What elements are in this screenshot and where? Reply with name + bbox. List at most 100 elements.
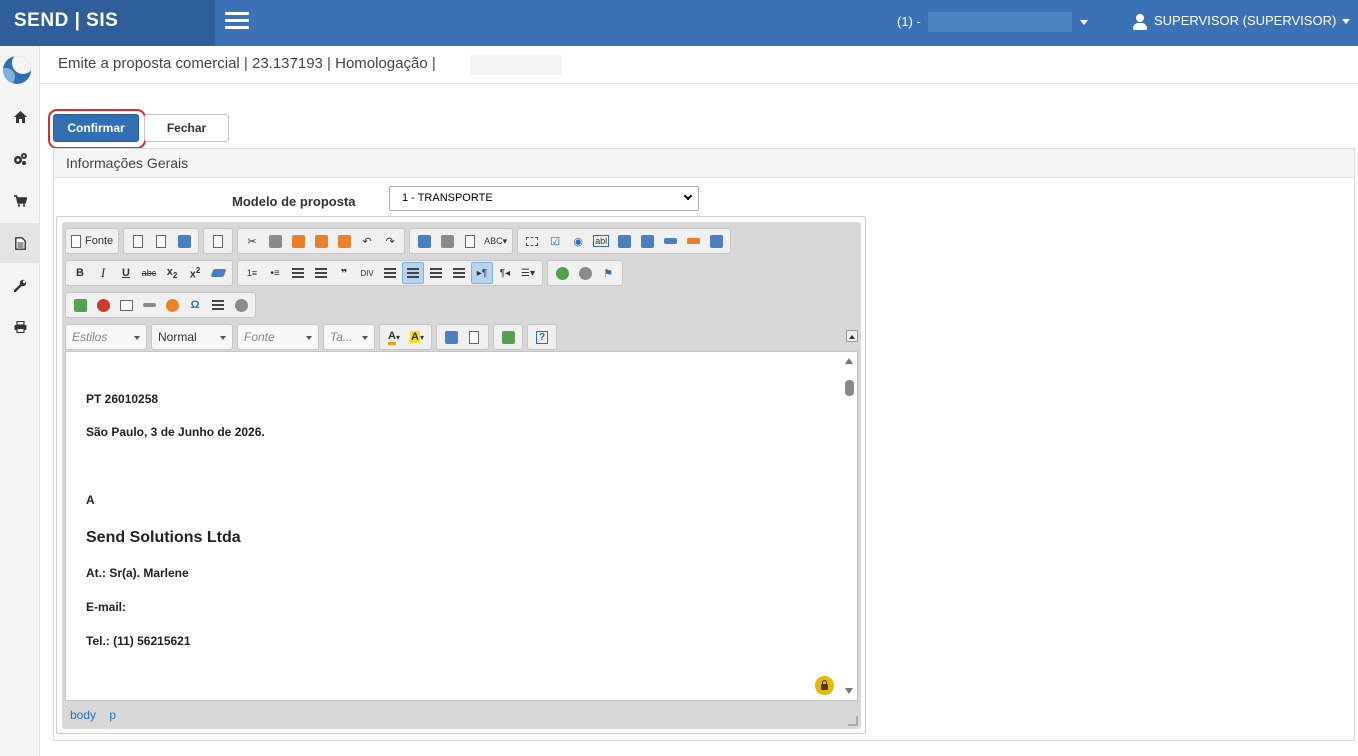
rtl-button[interactable]: ¶◂ — [494, 262, 516, 284]
print-icon[interactable] — [0, 307, 40, 347]
styles-placeholder: Estilos — [72, 330, 108, 344]
source-button[interactable]: Fonte — [69, 230, 115, 252]
paste-word-icon — [337, 234, 351, 248]
form-button[interactable] — [521, 230, 543, 252]
table-button[interactable] — [115, 294, 137, 316]
text-color-button[interactable]: A ▾ — [383, 326, 405, 348]
flash-button[interactable] — [92, 294, 114, 316]
bold-button[interactable]: B — [69, 262, 91, 284]
collapse-toolbar-button[interactable] — [846, 330, 858, 342]
textfield-button[interactable]: abl — [590, 230, 612, 252]
font-size-combo[interactable]: Ta... — [323, 324, 375, 350]
underline-button[interactable]: U — [115, 262, 137, 284]
user-menu[interactable]: SUPERVISOR (SUPERVISOR) — [1132, 11, 1351, 31]
quote-icon: ❞ — [340, 267, 348, 280]
proposal-model-select[interactable]: 1 - TRANSPORTE — [389, 186, 699, 211]
paste-button[interactable] — [287, 230, 309, 252]
blockquote-button[interactable]: ❞ — [333, 262, 355, 284]
scroll-down-icon[interactable] — [845, 688, 853, 694]
button-field-button[interactable] — [659, 230, 681, 252]
show-blocks-button[interactable] — [463, 326, 485, 348]
preview-button[interactable] — [150, 230, 172, 252]
brand-logo[interactable]: SEND | SIS — [0, 0, 215, 46]
scrollbar-thumb[interactable] — [845, 380, 854, 396]
remove-format-button[interactable] — [207, 262, 229, 284]
help-button[interactable]: ? — [531, 326, 553, 348]
image-button-button[interactable] — [682, 230, 704, 252]
link-button[interactable] — [551, 262, 573, 284]
spellcheck-button[interactable]: ABC▾ — [482, 230, 509, 252]
cut-button[interactable]: ✂ — [241, 230, 263, 252]
superscript-button[interactable]: x2 — [184, 262, 206, 284]
editor-content[interactable]: PT 26010258 São Paulo, 3 de Junho de 202… — [65, 351, 858, 701]
copy-button[interactable] — [264, 230, 286, 252]
checkbox-button[interactable]: ☑ — [544, 230, 566, 252]
insert-image-plus-button[interactable] — [497, 326, 519, 348]
textarea-button[interactable] — [613, 230, 635, 252]
confirm-button[interactable]: Confirmar — [53, 114, 139, 142]
hidden-field-button[interactable] — [705, 230, 727, 252]
align-right-button[interactable] — [425, 262, 447, 284]
format-combo[interactable]: Normal — [151, 324, 233, 350]
smiley-button[interactable] — [161, 294, 183, 316]
templates-button[interactable] — [207, 230, 229, 252]
replace-button[interactable] — [436, 230, 458, 252]
justify-button[interactable] — [448, 262, 470, 284]
iframe-button[interactable] — [230, 294, 252, 316]
paste-word-button[interactable] — [333, 230, 355, 252]
close-button[interactable]: Fechar — [144, 114, 229, 142]
editor-chrome: Fonte ✂ ↶ ↷ ABC▾ ☑ ◉ abl B I U abc x2 x2… — [62, 222, 861, 729]
language-button[interactable]: ☰▾ — [517, 262, 539, 284]
form-icon — [526, 236, 539, 246]
outdent-button[interactable] — [287, 262, 309, 284]
align-left-button[interactable] — [379, 262, 401, 284]
redo-button[interactable]: ↷ — [379, 230, 401, 252]
align-center-button[interactable] — [402, 262, 424, 284]
indent-button[interactable] — [310, 262, 332, 284]
new-page-button[interactable] — [127, 230, 149, 252]
home-icon[interactable] — [0, 97, 40, 137]
menu-icon[interactable] — [225, 12, 249, 30]
bulleted-list-button[interactable]: •≡ — [264, 262, 286, 284]
company-selector[interactable]: (1) - — [897, 12, 921, 32]
cart-icon[interactable] — [0, 181, 40, 221]
lock-icon[interactable] — [815, 676, 834, 695]
special-char-button[interactable]: Ω — [184, 294, 206, 316]
maximize-button[interactable] — [440, 326, 462, 348]
print-button[interactable] — [173, 230, 195, 252]
page-break-button[interactable] — [207, 294, 229, 316]
find-button[interactable] — [413, 230, 435, 252]
unlink-button[interactable] — [574, 262, 596, 284]
path-body[interactable]: body — [70, 708, 96, 722]
app-logo-icon[interactable] — [3, 56, 31, 84]
resize-handle-icon[interactable] — [848, 716, 858, 726]
path-p[interactable]: p — [109, 708, 116, 722]
radio-button[interactable]: ◉ — [567, 230, 589, 252]
subscript-button[interactable]: x2 — [161, 262, 183, 284]
scroll-up-icon[interactable] — [845, 358, 853, 364]
spellcheck-icon: ABC▾ — [484, 235, 508, 246]
redo-icon: ↷ — [385, 235, 395, 248]
font-size-placeholder: Ta... — [330, 330, 353, 344]
chevron-down-icon[interactable] — [1080, 20, 1088, 25]
paste-text-button[interactable] — [310, 230, 332, 252]
image-button[interactable] — [69, 294, 91, 316]
div-container-button[interactable]: DIV — [356, 262, 378, 284]
document-icon[interactable] — [0, 223, 40, 263]
styles-combo[interactable]: Estilos — [65, 324, 147, 350]
select-all-button[interactable] — [459, 230, 481, 252]
strike-button[interactable]: abc — [138, 262, 160, 284]
italic-button[interactable]: I — [92, 262, 114, 284]
horizontal-rule-button[interactable] — [138, 294, 160, 316]
font-combo[interactable]: Fonte — [237, 324, 319, 350]
unlink-icon — [578, 266, 592, 280]
numbered-list-button[interactable]: 1≡ — [241, 262, 263, 284]
wrench-icon[interactable] — [0, 265, 40, 305]
anchor-button[interactable]: ⚑ — [597, 262, 619, 284]
bg-color-button[interactable]: A ▾ — [406, 326, 428, 348]
select-button[interactable] — [636, 230, 658, 252]
undo-button[interactable]: ↶ — [356, 230, 378, 252]
align-right-icon — [430, 268, 442, 278]
gears-icon[interactable] — [0, 139, 40, 179]
ltr-button[interactable]: ▸¶ — [471, 262, 493, 284]
